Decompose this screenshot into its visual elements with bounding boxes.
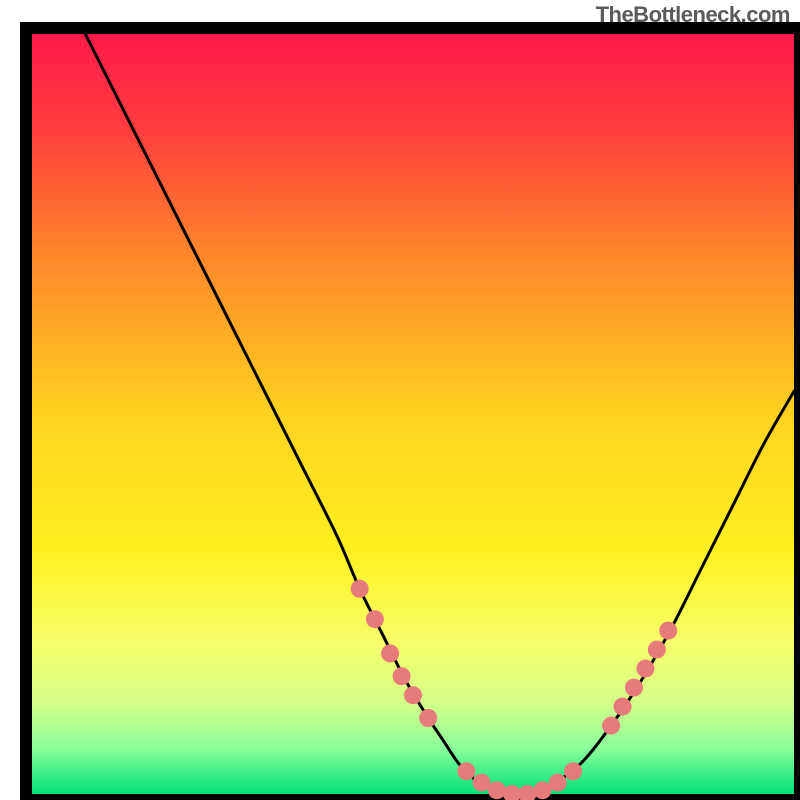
highlight-dot xyxy=(564,762,582,780)
highlight-dot xyxy=(614,698,632,716)
highlight-dot xyxy=(534,781,552,799)
highlight-dot xyxy=(636,660,654,678)
highlight-dot xyxy=(625,679,643,697)
highlight-dot xyxy=(488,781,506,799)
highlight-dot xyxy=(659,622,677,640)
highlight-dot xyxy=(457,762,475,780)
highlight-dot xyxy=(419,709,437,727)
highlight-dot xyxy=(602,717,620,735)
chart-container: TheBottleneck.com xyxy=(0,0,800,800)
highlight-dot xyxy=(648,641,666,659)
highlight-dot xyxy=(366,610,384,628)
gradient-background xyxy=(32,34,794,794)
highlight-dot xyxy=(473,774,491,792)
plot-area xyxy=(26,28,800,800)
highlight-dot xyxy=(404,686,422,704)
highlight-dot xyxy=(549,774,567,792)
bottleneck-chart xyxy=(0,0,800,800)
highlight-dot xyxy=(381,644,399,662)
highlight-dot xyxy=(393,667,411,685)
highlight-dot xyxy=(351,580,369,598)
watermark-text: TheBottleneck.com xyxy=(596,2,790,28)
